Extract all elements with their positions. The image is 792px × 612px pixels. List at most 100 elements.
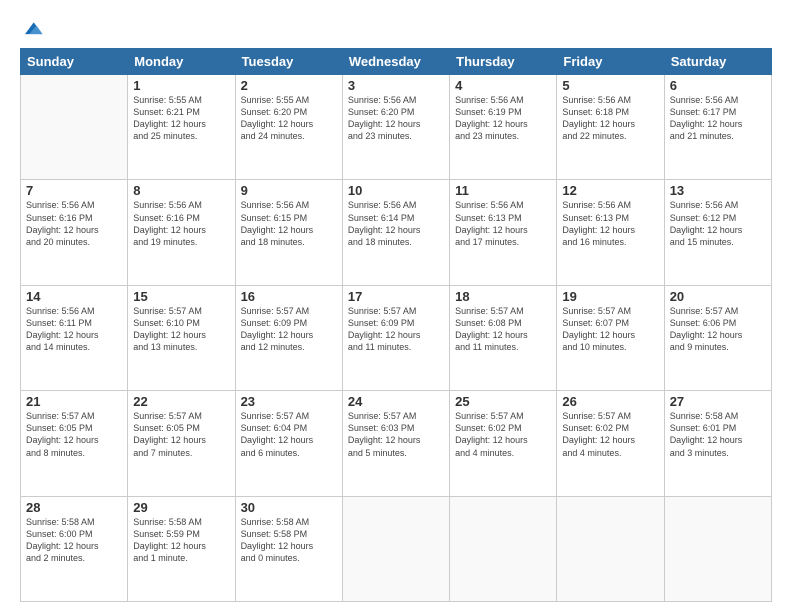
logo-icon — [22, 18, 44, 40]
day-info: Sunrise: 5:55 AM Sunset: 6:20 PM Dayligh… — [241, 94, 337, 143]
day-info: Sunrise: 5:57 AM Sunset: 6:02 PM Dayligh… — [562, 410, 658, 459]
calendar-cell: 4Sunrise: 5:56 AM Sunset: 6:19 PM Daylig… — [450, 75, 557, 180]
day-number: 30 — [241, 500, 337, 515]
day-info: Sunrise: 5:57 AM Sunset: 6:07 PM Dayligh… — [562, 305, 658, 354]
calendar-cell: 18Sunrise: 5:57 AM Sunset: 6:08 PM Dayli… — [450, 285, 557, 390]
day-number: 24 — [348, 394, 444, 409]
calendar-cell: 23Sunrise: 5:57 AM Sunset: 6:04 PM Dayli… — [235, 391, 342, 496]
header — [20, 18, 772, 40]
day-number: 17 — [348, 289, 444, 304]
calendar-cell: 6Sunrise: 5:56 AM Sunset: 6:17 PM Daylig… — [664, 75, 771, 180]
day-info: Sunrise: 5:56 AM Sunset: 6:20 PM Dayligh… — [348, 94, 444, 143]
day-info: Sunrise: 5:57 AM Sunset: 6:08 PM Dayligh… — [455, 305, 551, 354]
day-info: Sunrise: 5:56 AM Sunset: 6:12 PM Dayligh… — [670, 199, 766, 248]
calendar-table: SundayMondayTuesdayWednesdayThursdayFrid… — [20, 48, 772, 602]
calendar-cell: 9Sunrise: 5:56 AM Sunset: 6:15 PM Daylig… — [235, 180, 342, 285]
calendar-cell: 19Sunrise: 5:57 AM Sunset: 6:07 PM Dayli… — [557, 285, 664, 390]
calendar-cell: 30Sunrise: 5:58 AM Sunset: 5:58 PM Dayli… — [235, 496, 342, 601]
day-info: Sunrise: 5:56 AM Sunset: 6:16 PM Dayligh… — [133, 199, 229, 248]
day-number: 2 — [241, 78, 337, 93]
day-info: Sunrise: 5:57 AM Sunset: 6:04 PM Dayligh… — [241, 410, 337, 459]
day-info: Sunrise: 5:56 AM Sunset: 6:15 PM Dayligh… — [241, 199, 337, 248]
day-info: Sunrise: 5:57 AM Sunset: 6:09 PM Dayligh… — [348, 305, 444, 354]
day-info: Sunrise: 5:55 AM Sunset: 6:21 PM Dayligh… — [133, 94, 229, 143]
calendar-cell — [664, 496, 771, 601]
calendar-cell: 29Sunrise: 5:58 AM Sunset: 5:59 PM Dayli… — [128, 496, 235, 601]
calendar-cell: 28Sunrise: 5:58 AM Sunset: 6:00 PM Dayli… — [21, 496, 128, 601]
day-number: 22 — [133, 394, 229, 409]
day-info: Sunrise: 5:57 AM Sunset: 6:06 PM Dayligh… — [670, 305, 766, 354]
calendar-cell: 22Sunrise: 5:57 AM Sunset: 6:05 PM Dayli… — [128, 391, 235, 496]
calendar-cell: 24Sunrise: 5:57 AM Sunset: 6:03 PM Dayli… — [342, 391, 449, 496]
header-monday: Monday — [128, 49, 235, 75]
calendar-cell: 8Sunrise: 5:56 AM Sunset: 6:16 PM Daylig… — [128, 180, 235, 285]
header-wednesday: Wednesday — [342, 49, 449, 75]
calendar-cell: 10Sunrise: 5:56 AM Sunset: 6:14 PM Dayli… — [342, 180, 449, 285]
day-info: Sunrise: 5:56 AM Sunset: 6:13 PM Dayligh… — [455, 199, 551, 248]
calendar-cell: 12Sunrise: 5:56 AM Sunset: 6:13 PM Dayli… — [557, 180, 664, 285]
header-sunday: Sunday — [21, 49, 128, 75]
calendar-cell: 13Sunrise: 5:56 AM Sunset: 6:12 PM Dayli… — [664, 180, 771, 285]
day-info: Sunrise: 5:57 AM Sunset: 6:02 PM Dayligh… — [455, 410, 551, 459]
day-number: 19 — [562, 289, 658, 304]
calendar-header-row: SundayMondayTuesdayWednesdayThursdayFrid… — [21, 49, 772, 75]
day-number: 28 — [26, 500, 122, 515]
day-info: Sunrise: 5:58 AM Sunset: 5:58 PM Dayligh… — [241, 516, 337, 565]
day-info: Sunrise: 5:56 AM Sunset: 6:14 PM Dayligh… — [348, 199, 444, 248]
calendar-cell: 14Sunrise: 5:56 AM Sunset: 6:11 PM Dayli… — [21, 285, 128, 390]
day-number: 15 — [133, 289, 229, 304]
calendar-week-2: 7Sunrise: 5:56 AM Sunset: 6:16 PM Daylig… — [21, 180, 772, 285]
header-saturday: Saturday — [664, 49, 771, 75]
day-number: 13 — [670, 183, 766, 198]
calendar-cell: 3Sunrise: 5:56 AM Sunset: 6:20 PM Daylig… — [342, 75, 449, 180]
day-number: 25 — [455, 394, 551, 409]
day-info: Sunrise: 5:57 AM Sunset: 6:10 PM Dayligh… — [133, 305, 229, 354]
day-number: 18 — [455, 289, 551, 304]
day-number: 12 — [562, 183, 658, 198]
day-info: Sunrise: 5:57 AM Sunset: 6:05 PM Dayligh… — [133, 410, 229, 459]
logo-text — [20, 18, 44, 40]
calendar-cell: 26Sunrise: 5:57 AM Sunset: 6:02 PM Dayli… — [557, 391, 664, 496]
day-info: Sunrise: 5:57 AM Sunset: 6:03 PM Dayligh… — [348, 410, 444, 459]
day-number: 26 — [562, 394, 658, 409]
day-info: Sunrise: 5:56 AM Sunset: 6:11 PM Dayligh… — [26, 305, 122, 354]
calendar-cell: 15Sunrise: 5:57 AM Sunset: 6:10 PM Dayli… — [128, 285, 235, 390]
day-number: 11 — [455, 183, 551, 198]
day-number: 8 — [133, 183, 229, 198]
calendar-week-3: 14Sunrise: 5:56 AM Sunset: 6:11 PM Dayli… — [21, 285, 772, 390]
day-number: 7 — [26, 183, 122, 198]
calendar-cell: 7Sunrise: 5:56 AM Sunset: 6:16 PM Daylig… — [21, 180, 128, 285]
day-number: 23 — [241, 394, 337, 409]
day-info: Sunrise: 5:56 AM Sunset: 6:18 PM Dayligh… — [562, 94, 658, 143]
calendar-cell: 11Sunrise: 5:56 AM Sunset: 6:13 PM Dayli… — [450, 180, 557, 285]
calendar-cell: 16Sunrise: 5:57 AM Sunset: 6:09 PM Dayli… — [235, 285, 342, 390]
day-info: Sunrise: 5:58 AM Sunset: 5:59 PM Dayligh… — [133, 516, 229, 565]
calendar-cell: 5Sunrise: 5:56 AM Sunset: 6:18 PM Daylig… — [557, 75, 664, 180]
day-number: 27 — [670, 394, 766, 409]
calendar-cell — [21, 75, 128, 180]
calendar-cell: 17Sunrise: 5:57 AM Sunset: 6:09 PM Dayli… — [342, 285, 449, 390]
day-info: Sunrise: 5:56 AM Sunset: 6:17 PM Dayligh… — [670, 94, 766, 143]
calendar-week-1: 1Sunrise: 5:55 AM Sunset: 6:21 PM Daylig… — [21, 75, 772, 180]
day-number: 1 — [133, 78, 229, 93]
day-info: Sunrise: 5:58 AM Sunset: 6:01 PM Dayligh… — [670, 410, 766, 459]
header-friday: Friday — [557, 49, 664, 75]
header-thursday: Thursday — [450, 49, 557, 75]
day-info: Sunrise: 5:57 AM Sunset: 6:09 PM Dayligh… — [241, 305, 337, 354]
calendar-cell — [557, 496, 664, 601]
day-number: 20 — [670, 289, 766, 304]
day-info: Sunrise: 5:56 AM Sunset: 6:16 PM Dayligh… — [26, 199, 122, 248]
page: SundayMondayTuesdayWednesdayThursdayFrid… — [0, 0, 792, 612]
calendar-cell — [342, 496, 449, 601]
calendar-cell: 21Sunrise: 5:57 AM Sunset: 6:05 PM Dayli… — [21, 391, 128, 496]
day-number: 9 — [241, 183, 337, 198]
day-number: 6 — [670, 78, 766, 93]
day-number: 29 — [133, 500, 229, 515]
calendar-week-4: 21Sunrise: 5:57 AM Sunset: 6:05 PM Dayli… — [21, 391, 772, 496]
day-number: 14 — [26, 289, 122, 304]
day-number: 4 — [455, 78, 551, 93]
day-info: Sunrise: 5:58 AM Sunset: 6:00 PM Dayligh… — [26, 516, 122, 565]
calendar-cell: 27Sunrise: 5:58 AM Sunset: 6:01 PM Dayli… — [664, 391, 771, 496]
calendar-cell: 1Sunrise: 5:55 AM Sunset: 6:21 PM Daylig… — [128, 75, 235, 180]
day-number: 10 — [348, 183, 444, 198]
